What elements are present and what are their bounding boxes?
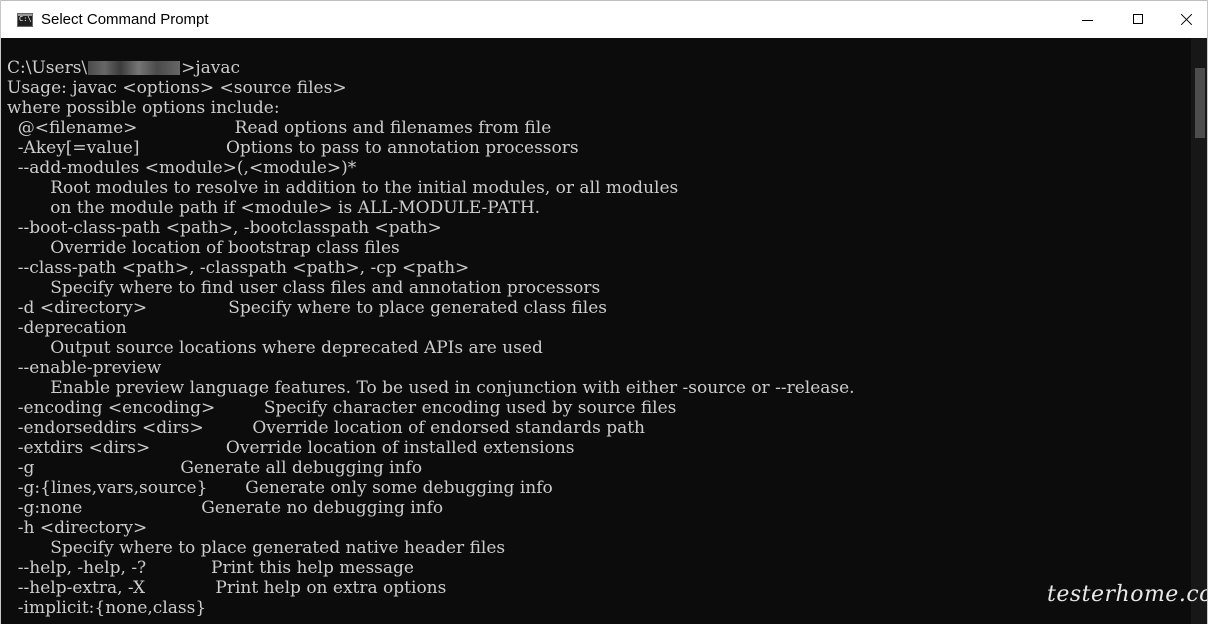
vertical-scrollbar[interactable] — [1191, 38, 1207, 624]
console-line: --class-path <path>, -classpath <path>, … — [7, 258, 470, 278]
console-line: --enable-preview — [7, 358, 162, 378]
cmd-icon[interactable]: C:\ — [17, 13, 33, 27]
close-icon — [1181, 13, 1193, 25]
watermark: testerhome.com — [1047, 582, 1207, 607]
console-line: --boot-class-path <path>, -bootclasspath… — [7, 218, 442, 238]
console-line: -g Generate all debugging info — [7, 458, 423, 478]
prompt-line: C:\Users\ >javac — [7, 58, 855, 78]
console-line: Override location of bootstrap class fil… — [7, 238, 400, 258]
console-line: @<filename> Read options and filenames f… — [7, 118, 552, 138]
console-line: -endorseddirs <dirs> Override location o… — [7, 418, 646, 438]
console-line: where possible options include: — [7, 98, 280, 118]
console-line: -extdirs <dirs> Override location of ins… — [7, 438, 575, 458]
console-line: -implicit:{none,class} — [7, 598, 207, 618]
scrollbar-thumb[interactable] — [1195, 68, 1205, 138]
console-line: -g:none Generate no debugging info — [7, 498, 444, 518]
console-line: Enable preview language features. To be … — [7, 378, 855, 398]
close-button[interactable] — [1163, 1, 1207, 39]
console-line: Output source locations where deprecated… — [7, 338, 543, 358]
console-line: -d <directory> Specify where to place ge… — [7, 298, 608, 318]
window-title: Select Command Prompt — [41, 11, 209, 28]
console-lines: C:\Users\ >javac Usage: javac <options> <… — [7, 58, 855, 618]
console-line: Root modules to resolve in addition to t… — [7, 178, 679, 198]
maximize-icon — [1133, 14, 1143, 24]
console-line: -g:{lines,vars,source} Generate only som… — [7, 478, 553, 498]
prompt-command: >javac — [181, 58, 241, 78]
prompt-path: C:\Users\ — [7, 58, 88, 78]
maximize-button[interactable] — [1115, 1, 1161, 39]
minimize-button[interactable] — [1065, 1, 1111, 39]
console-line: on the module path if <module> is ALL-MO… — [7, 198, 541, 218]
console-line: -deprecation — [7, 318, 127, 338]
console-line: Usage: javac <options> <source files> — [7, 78, 347, 98]
console-line: -encoding <encoding> Specify character e… — [7, 398, 677, 418]
console-line: --help-extra, -X Print help on extra opt… — [7, 578, 447, 598]
console-line: --help, -help, -? Print this help messag… — [7, 558, 414, 578]
command-prompt-window: C:\ Select Command Prompt C:\Users\ >java… — [0, 0, 1208, 624]
console-output[interactable]: C:\Users\ >javac Usage: javac <options> <… — [1, 38, 1191, 624]
console-line: -h <directory> — [7, 518, 148, 538]
console-line: Specify where to find user class files a… — [7, 278, 601, 298]
console-line: --add-modules <module>(,<module>)* — [7, 158, 357, 178]
console-line: -Akey[=value] Options to pass to annotat… — [7, 138, 579, 158]
redacted-username — [88, 61, 181, 75]
title-bar[interactable]: C:\ Select Command Prompt — [1, 0, 1207, 39]
console-line: Specify where to place generated native … — [7, 538, 506, 558]
cmd-icon-glyph: C:\ — [19, 15, 32, 23]
minimize-icon — [1082, 20, 1093, 21]
